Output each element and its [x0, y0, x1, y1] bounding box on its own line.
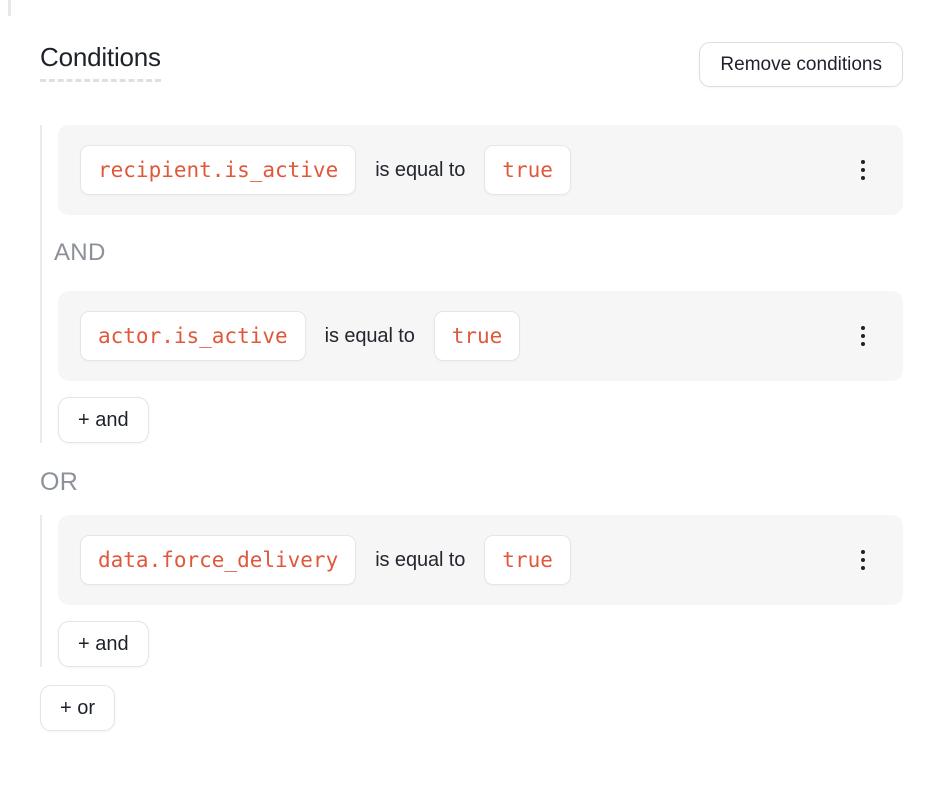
operator-label: is equal to [325, 325, 415, 348]
condition-group-2: data.force_delivery is equal to true + a… [40, 515, 903, 667]
and-joiner-label: AND [54, 238, 903, 268]
variable-token[interactable]: actor.is_active [80, 311, 306, 361]
operator-label: is equal to [375, 549, 465, 572]
variable-token[interactable]: data.force_delivery [80, 535, 356, 585]
condition-row: actor.is_active is equal to true [58, 291, 903, 381]
operator-label: is equal to [375, 159, 465, 182]
condition-group-1: recipient.is_active is equal to true AND… [40, 125, 903, 443]
add-or-button[interactable]: + or [40, 685, 115, 731]
value-token[interactable]: true [484, 145, 571, 195]
condition-expression: recipient.is_active is equal to true [80, 145, 571, 195]
condition-expression: actor.is_active is equal to true [80, 311, 520, 361]
value-token[interactable]: true [434, 311, 521, 361]
or-joiner-label: OR [40, 467, 903, 497]
value-token[interactable]: true [484, 535, 571, 585]
variable-token[interactable]: recipient.is_active [80, 145, 356, 195]
condition-row: recipient.is_active is equal to true [58, 125, 903, 215]
add-and-button[interactable]: + and [58, 397, 149, 443]
kebab-menu-icon[interactable] [853, 320, 874, 353]
condition-row: data.force_delivery is equal to true [58, 515, 903, 605]
add-and-button[interactable]: + and [58, 621, 149, 667]
conditions-panel: Conditions Remove conditions recipient.i… [0, 0, 946, 792]
condition-expression: data.force_delivery is equal to true [80, 535, 571, 585]
panel-header: Conditions Remove conditions [40, 42, 903, 87]
kebab-menu-icon[interactable] [853, 154, 874, 187]
kebab-menu-icon[interactable] [853, 544, 874, 577]
page-title: Conditions [40, 42, 161, 82]
left-edge-artifact [8, 0, 11, 16]
remove-conditions-button[interactable]: Remove conditions [699, 42, 903, 87]
